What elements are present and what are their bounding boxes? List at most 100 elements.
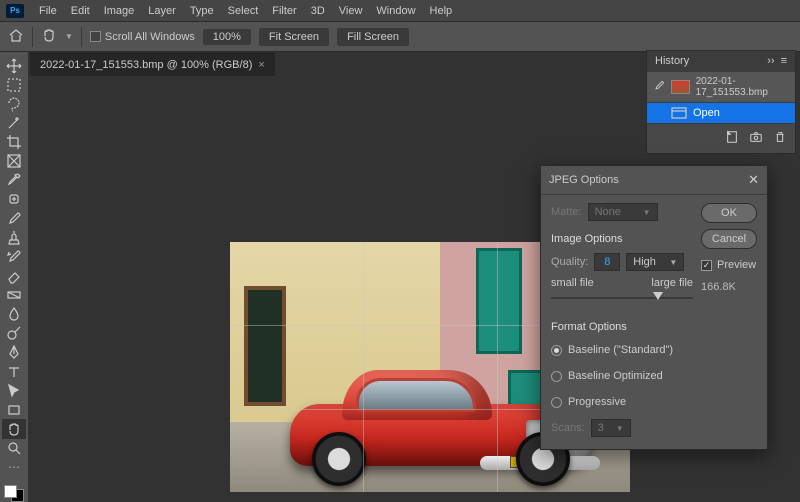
menu-edit[interactable]: Edit	[64, 2, 97, 20]
checkbox-icon	[90, 31, 101, 42]
quality-label: Quality:	[551, 256, 588, 268]
app-logo: Ps	[6, 4, 24, 18]
menu-window[interactable]: Window	[369, 2, 422, 20]
menu-help[interactable]: Help	[423, 2, 460, 20]
history-footer	[647, 123, 795, 153]
matte-value: None	[595, 206, 621, 218]
rectangle-tool[interactable]	[2, 400, 26, 419]
marquee-tool[interactable]	[2, 75, 26, 94]
clone-stamp-tool[interactable]	[2, 228, 26, 247]
eyedropper-tool[interactable]	[2, 171, 26, 190]
options-bar: ▼ Scroll All Windows 100% Fit Screen Fil…	[0, 22, 800, 52]
move-tool[interactable]	[2, 56, 26, 75]
new-snapshot-icon[interactable]	[749, 130, 763, 147]
panel-menu-icon[interactable]: ≡	[781, 55, 787, 67]
crop-tool[interactable]	[2, 133, 26, 152]
menu-type[interactable]: Type	[183, 2, 221, 20]
foreground-color-swatch[interactable]	[4, 485, 17, 498]
baseline-optimized-radio[interactable]: Baseline Optimized	[551, 370, 693, 382]
slider-small-label: small file	[551, 277, 594, 289]
ok-button[interactable]: OK	[701, 203, 757, 223]
hand-tool[interactable]	[2, 419, 26, 438]
menu-3d[interactable]: 3D	[304, 2, 332, 20]
radio-icon	[551, 345, 562, 356]
delete-state-icon[interactable]	[773, 130, 787, 147]
menu-select[interactable]: Select	[221, 2, 266, 20]
history-title: History	[655, 55, 689, 67]
dialog-title: JPEG Options	[549, 174, 619, 186]
menu-layer[interactable]: Layer	[141, 2, 183, 20]
preview-checkbox[interactable]: Preview	[701, 259, 757, 271]
quality-preset-select[interactable]: High ▼	[626, 253, 684, 271]
quality-input[interactable]: 8	[594, 253, 620, 271]
radio-icon	[551, 397, 562, 408]
edit-toolbar-icon[interactable]: ⋯	[2, 458, 26, 477]
history-thumbnail	[671, 80, 690, 94]
scroll-all-label: Scroll All Windows	[105, 31, 195, 43]
zoom-level[interactable]: 100%	[203, 29, 251, 45]
quality-preset-value: High	[633, 256, 656, 268]
menu-view[interactable]: View	[332, 2, 370, 20]
gradient-tool[interactable]	[2, 286, 26, 305]
close-tab-icon[interactable]: ×	[258, 59, 264, 71]
blur-tool[interactable]	[2, 305, 26, 324]
history-brush-marker-icon[interactable]	[653, 80, 665, 95]
document-tab[interactable]: 2022-01-17_151553.bmp @ 100% (RGB/8) ×	[30, 53, 275, 76]
history-source-row[interactable]: 2022-01-17_151553.bmp	[647, 71, 795, 102]
eraser-tool[interactable]	[2, 266, 26, 285]
new-document-from-state-icon[interactable]	[725, 130, 739, 147]
cancel-button[interactable]: Cancel	[701, 229, 757, 249]
preview-label: Preview	[717, 259, 756, 271]
history-panel: History ›› ≡ 2022-01-17_151553.bmp Open	[646, 50, 796, 154]
history-header[interactable]: History ›› ≡	[647, 51, 795, 71]
progressive-radio[interactable]: Progressive	[551, 396, 693, 408]
radio-label: Baseline ("Standard")	[568, 344, 673, 356]
radio-icon	[551, 371, 562, 382]
separator	[81, 27, 82, 47]
chevron-down-icon[interactable]: ▼	[65, 32, 73, 41]
matte-label: Matte:	[551, 206, 582, 218]
radio-label: Progressive	[568, 396, 626, 408]
scans-row: Scans: 3 ▼	[551, 419, 693, 437]
history-brush-tool[interactable]	[2, 247, 26, 266]
format-options-heading: Format Options	[551, 321, 693, 333]
history-state-row[interactable]: Open	[647, 102, 795, 123]
jpeg-options-dialog: JPEG Options ✕ Matte: None ▼ Image Optio…	[540, 165, 768, 450]
menu-bar: Ps File Edit Image Layer Type Select Fil…	[0, 0, 800, 22]
history-file-name: 2022-01-17_151553.bmp	[696, 76, 789, 98]
hand-tool-icon[interactable]	[41, 27, 57, 46]
menu-image[interactable]: Image	[97, 2, 142, 20]
chevron-down-icon: ▼	[669, 258, 677, 267]
quality-slider[interactable]	[551, 291, 693, 305]
color-swatches[interactable]	[4, 485, 24, 502]
menu-filter[interactable]: Filter	[265, 2, 303, 20]
chevron-down-icon: ▼	[616, 424, 624, 433]
lasso-tool[interactable]	[2, 94, 26, 113]
home-icon[interactable]	[8, 28, 24, 45]
dialog-close-icon[interactable]: ✕	[748, 172, 759, 188]
slider-thumb-icon[interactable]	[653, 292, 663, 300]
collapse-panel-icon[interactable]: ››	[767, 55, 774, 67]
dialog-titlebar[interactable]: JPEG Options ✕	[541, 166, 767, 195]
path-selection-tool[interactable]	[2, 381, 26, 400]
fill-screen-button[interactable]: Fill Screen	[337, 28, 409, 46]
fit-screen-button[interactable]: Fit Screen	[259, 28, 329, 46]
scroll-all-windows-checkbox[interactable]: Scroll All Windows	[90, 31, 195, 43]
dodge-tool[interactable]	[2, 324, 26, 343]
baseline-standard-radio[interactable]: Baseline ("Standard")	[551, 344, 693, 356]
matte-select: None ▼	[588, 203, 658, 221]
image-options-heading: Image Options	[551, 233, 693, 245]
pen-tool[interactable]	[2, 343, 26, 362]
tools-panel: ⋯	[0, 52, 28, 502]
document-tab-title: 2022-01-17_151553.bmp @ 100% (RGB/8)	[40, 59, 252, 71]
zoom-tool[interactable]	[2, 439, 26, 458]
healing-brush-tool[interactable]	[2, 190, 26, 209]
slider-large-label: large file	[651, 277, 693, 289]
frame-tool[interactable]	[2, 152, 26, 171]
brush-tool[interactable]	[2, 209, 26, 228]
type-tool[interactable]	[2, 362, 26, 381]
radio-label: Baseline Optimized	[568, 370, 663, 382]
magic-wand-tool[interactable]	[2, 113, 26, 132]
scans-select: 3 ▼	[591, 419, 631, 437]
menu-file[interactable]: File	[32, 2, 64, 20]
